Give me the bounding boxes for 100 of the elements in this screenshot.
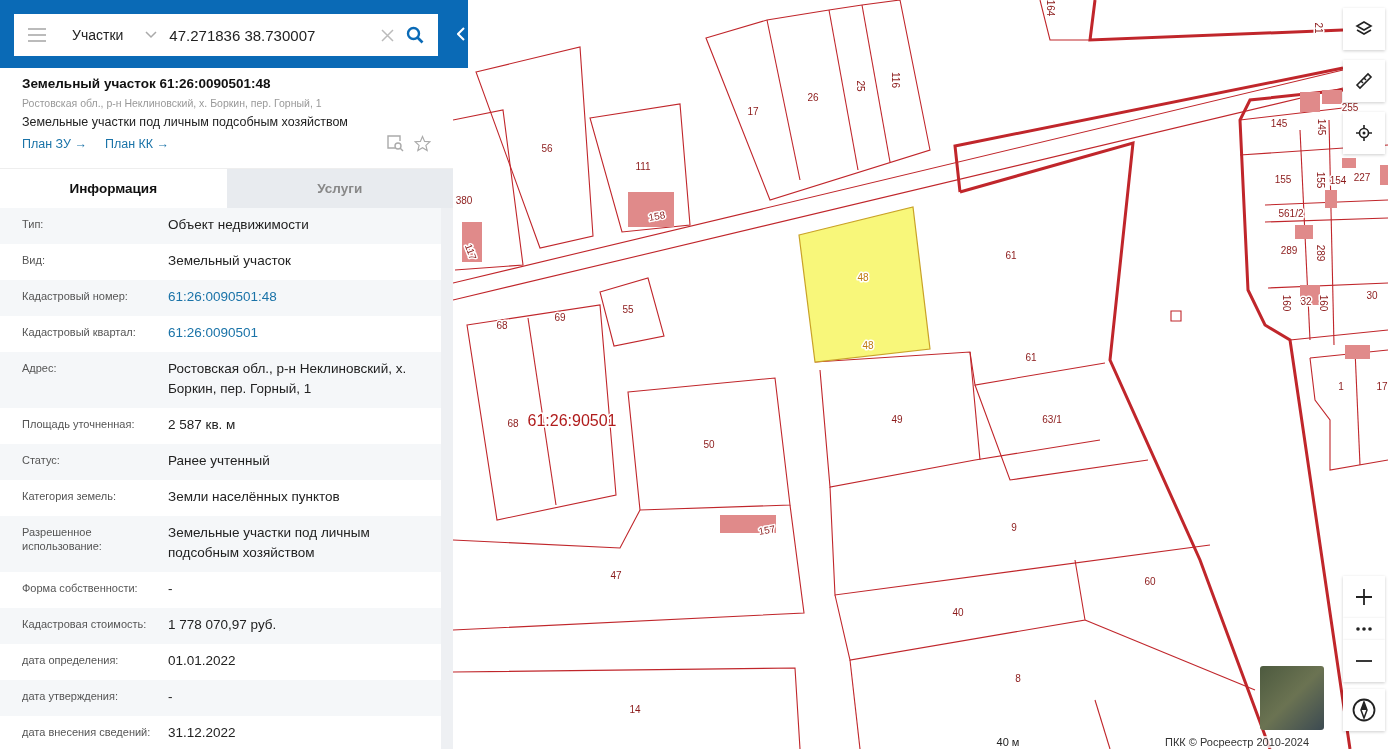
parcel-number: 61 (1025, 351, 1037, 363)
field-value: Объект недвижимости (168, 217, 309, 232)
parcel-number: 145 (1270, 117, 1288, 129)
field-label: Кадастровая стоимость: (22, 617, 148, 632)
ruler-icon (1355, 72, 1373, 90)
parcel-number: 32 (1300, 295, 1312, 307)
plan-link[interactable]: План ЗУ → (22, 136, 87, 151)
parcel-number: 157 (757, 523, 776, 537)
field-value: Земельный участок (168, 253, 291, 268)
field-label: Кадастровый номер: (22, 289, 129, 304)
more-icon (1356, 627, 1372, 631)
parcel-number: 117 (462, 242, 479, 262)
parcel-number: 26 (807, 91, 819, 103)
zoom-in-button[interactable] (1343, 576, 1385, 618)
locate-button[interactable] (1343, 112, 1385, 154)
parcel-number: 69 (554, 311, 566, 323)
parcel-title: Земельный участок 61:26:0090501:48 (22, 76, 272, 91)
field-value: 01.01.2022 (168, 653, 236, 668)
parcel-number: 155 (1274, 173, 1292, 185)
parcel-number: 164 (1045, 0, 1057, 17)
parcel-number: 116 (890, 72, 902, 88)
field-label: Статус: (22, 453, 61, 468)
field-label: Форма собственности: (22, 581, 139, 596)
parcel-number: 40 (952, 606, 964, 618)
field-link[interactable]: 61:26:0090501 (168, 325, 259, 340)
parcel-usage: Земельные участки под личным подсобным хозяйством (22, 115, 349, 129)
field-value: Ранее учтенный (168, 453, 270, 468)
parcel-number: 60 (1144, 575, 1156, 587)
field-value: 2 587 кв. м (168, 417, 236, 432)
field-value: - (168, 689, 173, 704)
collapse-panel-button[interactable] (453, 0, 468, 68)
plus-icon (1355, 588, 1373, 606)
layer-select[interactable]: Участки (58, 27, 158, 43)
field-link[interactable]: 61:26:0090501:48 (168, 289, 277, 304)
parcel-number: 55 (622, 303, 634, 315)
field-label: Вид: (22, 253, 46, 268)
attribution-text: ПКК © Росреестр 2010-2024 (1165, 736, 1310, 748)
field-label: дата утверждения: (22, 689, 119, 704)
field-label: дата внесения сведений: (22, 725, 152, 740)
field-label: Разрешенное использование: (22, 525, 103, 554)
parcel-number: 227 (1353, 171, 1371, 183)
parcel-number: 21 (1313, 22, 1325, 34)
field-label: Категория земель: (22, 489, 118, 504)
parcel-number: 160 (1281, 294, 1293, 312)
satellite-thumbnail[interactable] (1260, 666, 1324, 730)
parcel-number: 561/2 (1278, 207, 1304, 219)
parcel-number: 30 (1366, 289, 1378, 301)
parcel-number: 9 (1011, 521, 1017, 533)
parcel-number: 111 (635, 160, 651, 172)
field-label: дата определения: (22, 653, 120, 668)
parcel-number: 158 (647, 209, 666, 223)
parcel-number: 17 (1376, 380, 1388, 392)
field-label: Тип: (22, 217, 45, 232)
parcel-number: 56 (541, 142, 553, 154)
parcel-number: 61 (1005, 249, 1017, 261)
parcel-number: 63/1 (1042, 413, 1062, 425)
field-value: Земли населённых пунктов (168, 489, 340, 504)
parcel-number: 145 (1316, 118, 1328, 136)
field-label: Кадастровый квартал: (22, 325, 137, 340)
field-label: Площадь уточненная: (22, 417, 136, 432)
field-value: Ростовская обл., р-н Неклиновский, х. Боркин, пер. Горный, 1 (168, 361, 407, 396)
parcel-number: 17 (747, 105, 759, 117)
parcel-number: 68 (496, 319, 508, 331)
parcel-number: 255 (1341, 101, 1359, 113)
parcel-number: 68 (507, 417, 519, 429)
field-value: 1 778 070,97 руб. (168, 617, 277, 632)
field-value: - (168, 581, 173, 596)
parcel-number: 160 (1318, 294, 1330, 312)
field-value: 31.12.2022 (168, 725, 236, 740)
search-icon[interactable] (406, 26, 424, 44)
layers-icon (1355, 20, 1373, 38)
minus-icon (1355, 659, 1373, 663)
field-label: Адрес: (22, 361, 58, 376)
star-icon[interactable] (414, 135, 431, 152)
parcel-number: 289 (1315, 244, 1327, 262)
layers-button[interactable] (1343, 8, 1385, 50)
parcel-number: 1 (1338, 380, 1344, 392)
ruler-button[interactable] (1343, 60, 1385, 102)
plan-link[interactable]: План КК → (104, 136, 170, 151)
compass-icon (1352, 698, 1376, 722)
parcel-number: 48 (857, 271, 869, 283)
parcel-number: 47 (610, 569, 622, 581)
chevron-down-icon (145, 31, 158, 39)
field-value: Земельные участки под личным подсобным хозяйством (168, 525, 370, 560)
parcel-number: 49 (891, 413, 903, 425)
scrollbar[interactable] (441, 208, 453, 749)
parcel-number: 155 (1315, 171, 1327, 189)
tab[interactable]: Услуги (226, 169, 453, 208)
parcel-number: 14 (629, 703, 641, 715)
chevron-left-icon (456, 27, 465, 41)
scale-label: 40 м (996, 736, 1020, 748)
compass-button[interactable] (1343, 689, 1385, 731)
parcel-number: 50 (703, 438, 715, 450)
parcel-number: 8 (1015, 672, 1021, 684)
more-button[interactable] (1343, 618, 1385, 640)
crosshair-icon (1355, 124, 1373, 142)
parcel-address: Ростовская обл., р-н Неклиновский, х. Боркин, пер. Горный, 1 (22, 97, 323, 109)
parcel-number: 48 (862, 339, 874, 351)
parcel-number: 380 (455, 194, 473, 206)
parcel-number: 25 (855, 80, 867, 92)
